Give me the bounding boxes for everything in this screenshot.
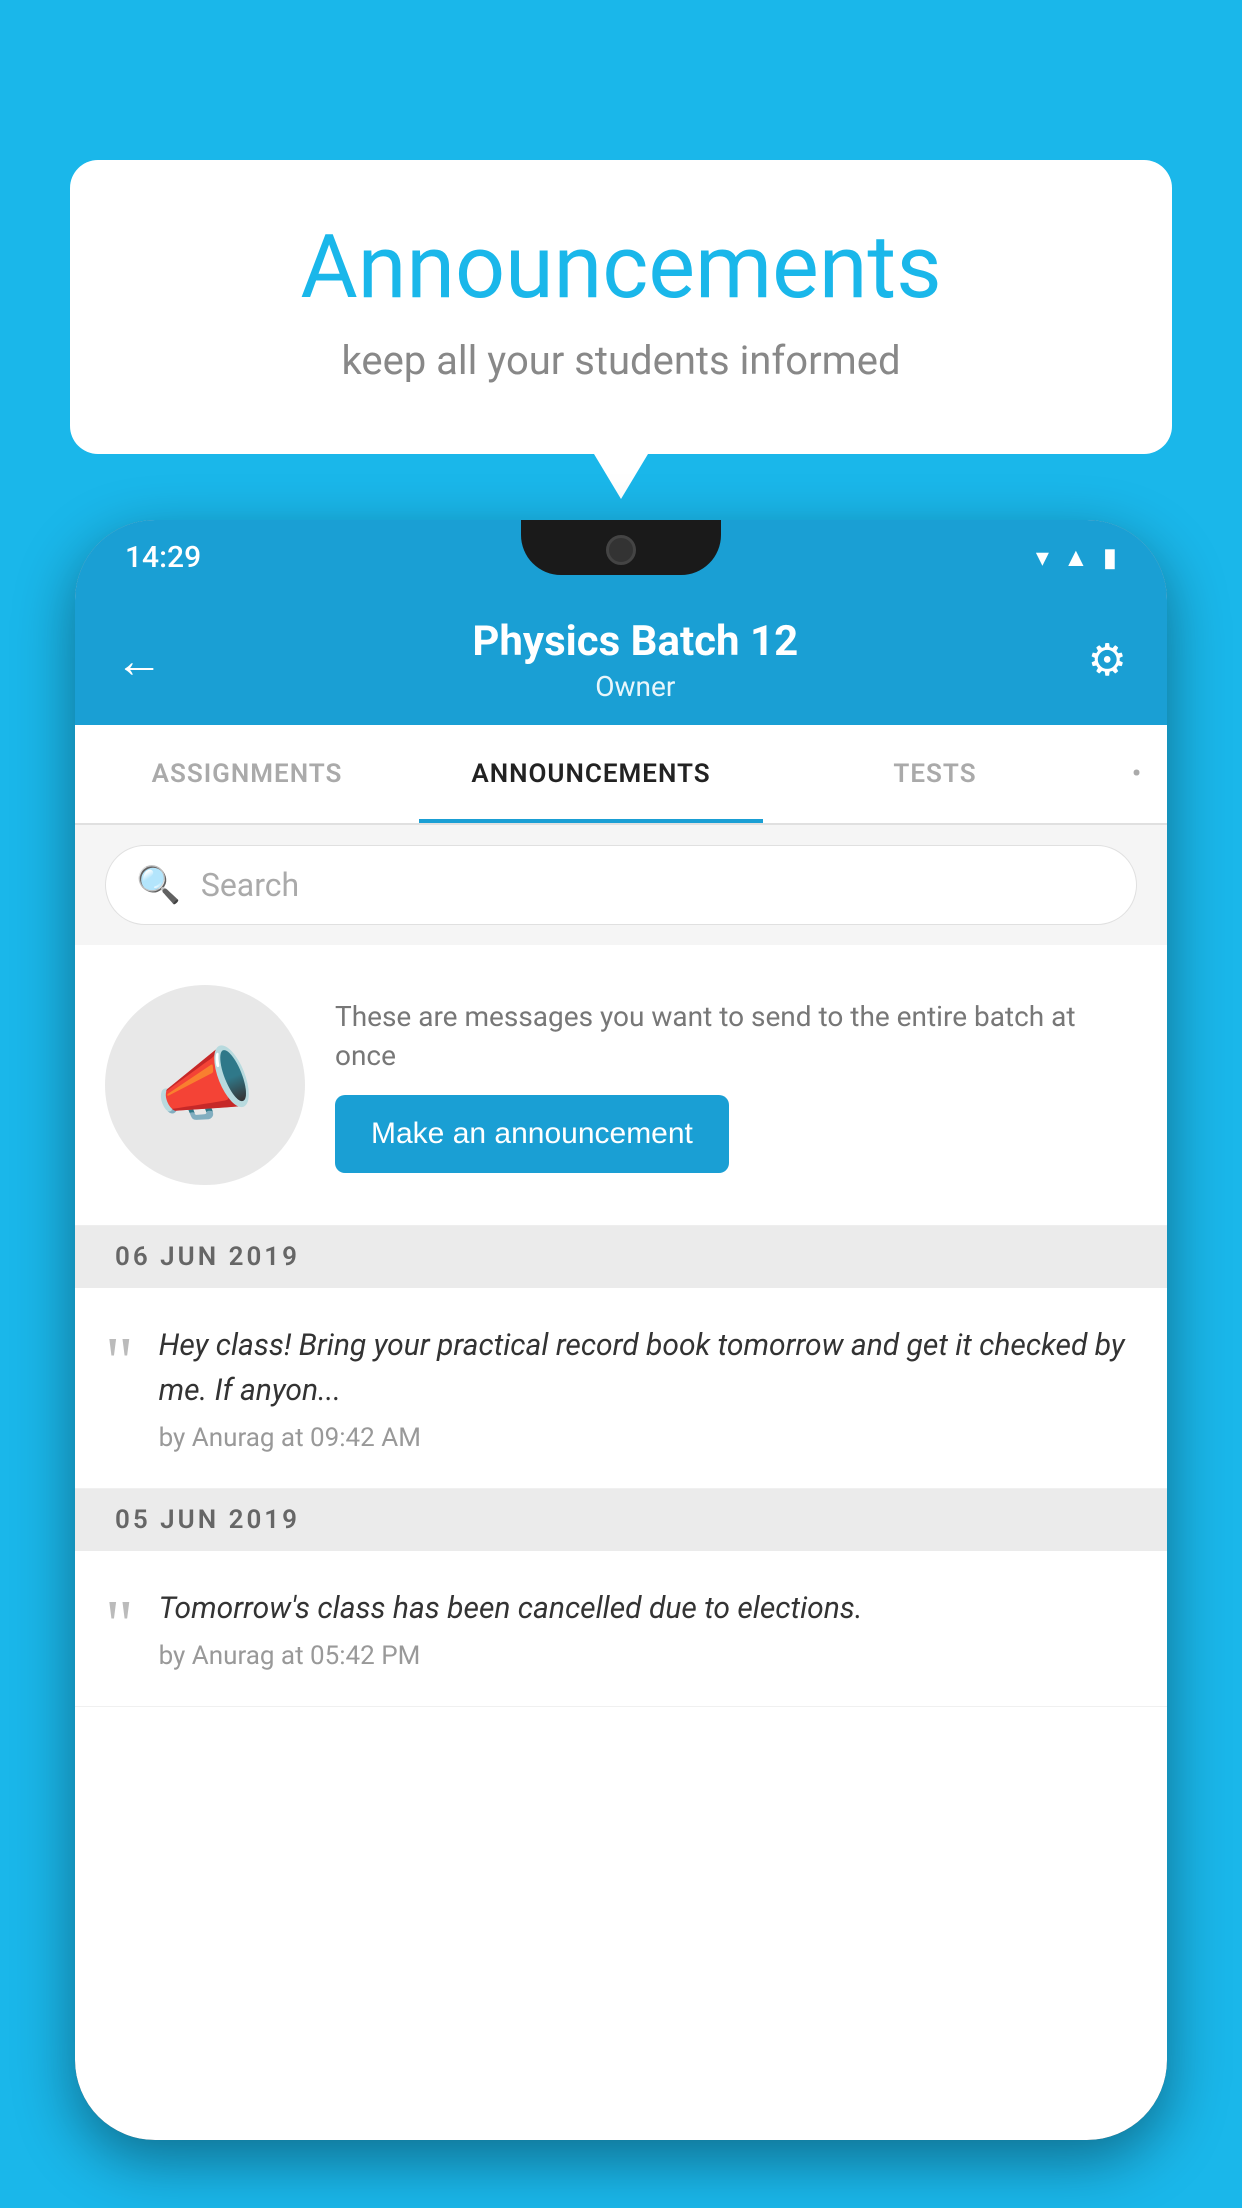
tab-tests[interactable]: TESTS: [763, 725, 1107, 823]
search-icon: 🔍: [136, 864, 181, 906]
search-container: 🔍 Search: [75, 825, 1167, 945]
battery-icon: ▮: [1103, 543, 1117, 573]
date-separator-1: 06 JUN 2019: [75, 1226, 1167, 1288]
app-bar-title-section: Physics Batch 12 Owner: [183, 617, 1088, 703]
tabs-bar: ASSIGNMENTS ANNOUNCEMENTS TESTS •: [75, 725, 1167, 825]
megaphone-icon: 📣: [155, 1038, 255, 1132]
app-bar-title: Physics Batch 12: [183, 617, 1088, 666]
announcement-meta-1: by Anurag at 09:42 AM: [159, 1423, 1137, 1453]
announcement-promo: 📣 These are messages you want to send to…: [75, 945, 1167, 1226]
promo-icon-circle: 📣: [105, 985, 305, 1185]
app-bar: ← Physics Batch 12 Owner ⚙: [75, 595, 1167, 725]
promo-content: These are messages you want to send to t…: [335, 997, 1137, 1173]
phone-frame: 14:29 ▾ ▲ ▮ ← Physics Batch 12 Owner ⚙: [75, 520, 1167, 2140]
phone-container: 14:29 ▾ ▲ ▮ ← Physics Batch 12 Owner ⚙: [75, 520, 1167, 2208]
quote-icon-1: ": [105, 1328, 134, 1398]
wifi-icon: ▾: [1036, 543, 1049, 573]
front-camera: [606, 535, 636, 565]
announcement-item-2: " Tomorrow's class has been cancelled du…: [75, 1551, 1167, 1707]
announcement-meta-2: by Anurag at 05:42 PM: [159, 1641, 1137, 1671]
bubble-title: Announcements: [150, 220, 1092, 317]
status-icons: ▾ ▲ ▮: [1036, 542, 1117, 573]
settings-icon[interactable]: ⚙: [1088, 634, 1127, 686]
announcement-content-2: Tomorrow's class has been cancelled due …: [159, 1586, 1137, 1671]
tab-more[interactable]: •: [1107, 725, 1167, 823]
status-time: 14:29: [125, 540, 201, 575]
date-separator-2: 05 JUN 2019: [75, 1489, 1167, 1551]
phone-screen: 14:29 ▾ ▲ ▮ ← Physics Batch 12 Owner ⚙: [75, 520, 1167, 2140]
quote-icon-2: ": [105, 1591, 134, 1661]
search-bar[interactable]: 🔍 Search: [105, 845, 1137, 925]
announcement-text-2: Tomorrow's class has been cancelled due …: [159, 1586, 1137, 1631]
back-button[interactable]: ←: [115, 632, 163, 689]
search-placeholder: Search: [201, 866, 299, 904]
bubble-subtitle: keep all your students informed: [150, 337, 1092, 384]
announcement-item-1: " Hey class! Bring your practical record…: [75, 1288, 1167, 1489]
announcement-text-1: Hey class! Bring your practical record b…: [159, 1323, 1137, 1413]
speech-bubble-section: Announcements keep all your students inf…: [70, 160, 1172, 454]
phone-notch: [521, 520, 721, 575]
tab-assignments[interactable]: ASSIGNMENTS: [75, 725, 419, 823]
tab-announcements[interactable]: ANNOUNCEMENTS: [419, 725, 763, 823]
promo-description: These are messages you want to send to t…: [335, 997, 1137, 1075]
announcement-content-1: Hey class! Bring your practical record b…: [159, 1323, 1137, 1453]
signal-icon: ▲: [1063, 542, 1089, 573]
app-bar-subtitle: Owner: [183, 670, 1088, 703]
make-announcement-button[interactable]: Make an announcement: [335, 1095, 729, 1173]
speech-bubble: Announcements keep all your students inf…: [70, 160, 1172, 454]
